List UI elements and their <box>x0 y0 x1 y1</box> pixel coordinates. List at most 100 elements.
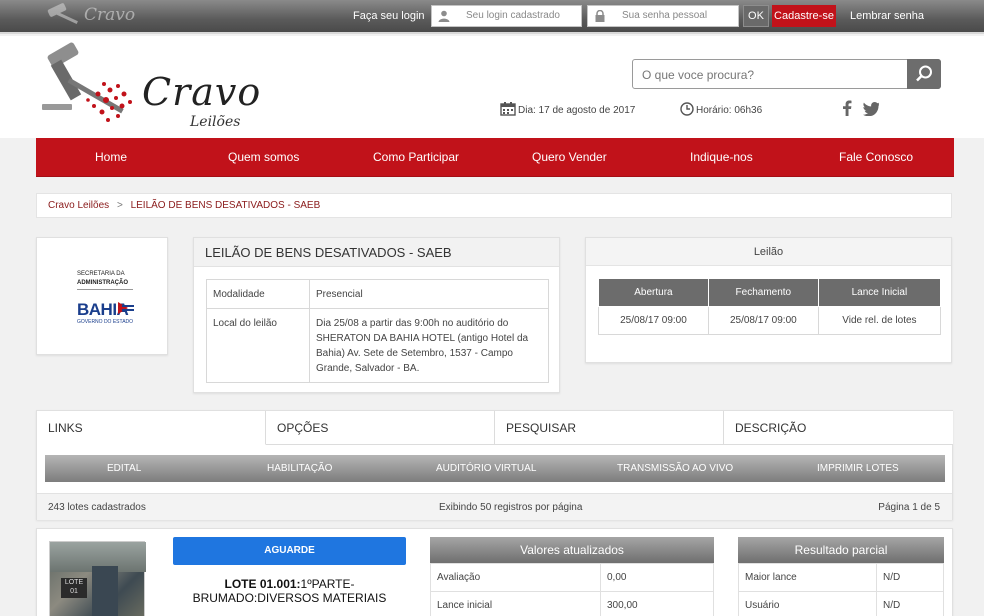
table-row: 25/08/17 09:00 25/08/17 09:00 Vide rel. … <box>598 306 942 335</box>
value-fechamento: 25/08/17 09:00 <box>707 306 819 335</box>
lot-title[interactable]: LOTE 01.001:1ºPARTE-BRUMADO:DIVERSOS MAT… <box>173 577 406 605</box>
lot-image-machine <box>92 566 118 616</box>
link-edital[interactable]: EDITAL <box>107 463 141 474</box>
result-key: Usuário <box>738 591 877 616</box>
header-abertura: Abertura <box>598 278 709 307</box>
gavel-logo-icon <box>42 42 132 122</box>
updated-values-box: Valores atualizados Avaliação 0,00 Lance… <box>430 537 714 616</box>
agency-line2: ADMINISTRAÇÃO <box>77 280 128 286</box>
site-logo[interactable]: Cravo Leilões <box>38 42 262 132</box>
lot-number: LOTE 01.001: <box>224 577 301 591</box>
tab-row: LINKS OPÇÕES PESQUISAR DESCRIÇÃO <box>37 411 953 445</box>
partial-result-header: Resultado parcial <box>738 537 944 563</box>
agency-sub: GOVERNO DO ESTADO <box>77 319 134 325</box>
main-nav: Home Quem somos Como Participar Quero Ve… <box>36 138 954 177</box>
table-row: Maior lance N/D <box>738 563 944 592</box>
date-text: Dia: 17 de agosto de 2017 <box>518 105 636 116</box>
table-header-row: Abertura Fechamento Lance Inicial <box>598 278 942 307</box>
user-icon <box>438 10 450 22</box>
facebook-icon[interactable] <box>842 100 852 119</box>
nav-como-participar[interactable]: Como Participar <box>373 150 459 164</box>
tab-pesquisar[interactable]: PESQUISAR <box>495 411 724 445</box>
updated-values-table: Avaliação 0,00 Lance inicial 300,00 <box>430 563 714 616</box>
aguarde-button[interactable]: AGUARDE <box>173 537 406 565</box>
agency-divider <box>77 289 133 290</box>
result-key: Maior lance <box>738 563 877 592</box>
tab-links[interactable]: LINKS <box>37 411 266 445</box>
calendar-icon <box>500 102 516 116</box>
agency-line1: SECRETARIA DA <box>77 271 125 277</box>
value-key: Avaliação <box>430 563 601 592</box>
header-lance-inicial: Lance Inicial <box>817 278 942 307</box>
breadcrumb-root[interactable]: Cravo Leilões <box>48 200 109 211</box>
header: Cravo Leilões O que voce procura? Dia: 1… <box>0 36 984 138</box>
login-label: Faça seu login <box>353 10 425 22</box>
login-input[interactable]: Seu login cadastrado <box>431 5 582 27</box>
nav-quem-somos[interactable]: Quem somos <box>228 150 299 164</box>
result-value: N/D <box>876 591 944 616</box>
search-box[interactable]: O que voce procura? <box>632 59 941 89</box>
links-bar: EDITAL HABILITAÇÃO AUDITÓRIO VIRTUAL TRA… <box>45 455 945 482</box>
value-amount: 300,00 <box>600 591 714 616</box>
nav-fale-conosco[interactable]: Fale Conosco <box>839 150 913 164</box>
lock-icon <box>595 10 605 22</box>
header-fechamento: Fechamento <box>707 278 819 307</box>
password-input[interactable]: Sua senha pessoal <box>587 5 739 27</box>
lot-image-tag: LOTE 01 <box>61 578 87 598</box>
top-logo[interactable]: Cravo <box>44 2 136 30</box>
lot-image[interactable]: LOTE 01 <box>49 541 146 616</box>
table-row: Modalidade Presencial <box>206 279 549 309</box>
link-habilitacao[interactable]: HABILITAÇÃO <box>267 463 332 474</box>
auction-info-title: LEILÃO DE BENS DESATIVADOS - SAEB <box>194 238 559 267</box>
login-ok-button[interactable]: OK <box>743 5 769 27</box>
info-value: Presencial <box>309 279 549 309</box>
nav-home[interactable]: Home <box>95 150 127 164</box>
auction-info-card: LEILÃO DE BENS DESATIVADOS - SAEB Modali… <box>193 237 560 393</box>
tabs-panel: LINKS OPÇÕES PESQUISAR DESCRIÇÃO EDITAL … <box>36 410 953 520</box>
agency-logo-card: SECRETARIA DA ADMINISTRAÇÃO BAHIA GOVERN… <box>36 237 168 355</box>
auction-info-table: Modalidade Presencial Local do leilão Di… <box>206 279 549 383</box>
search-placeholder: O que voce procura? <box>642 68 755 82</box>
password-placeholder: Sua senha pessoal <box>622 10 708 21</box>
search-button[interactable] <box>907 59 941 89</box>
logo-title: Cravo <box>142 70 262 114</box>
table-row: Avaliação 0,00 <box>430 563 714 592</box>
bahia-flag-icon <box>118 302 134 314</box>
twitter-icon[interactable] <box>863 102 881 119</box>
result-value: N/D <box>876 563 944 592</box>
link-imprimir-lotes[interactable]: IMPRIMIR LOTES <box>817 463 899 474</box>
info-key: Local do leilão <box>206 308 310 383</box>
link-auditorio-virtual[interactable]: AUDITÓRIO VIRTUAL <box>436 463 536 474</box>
tab-opcoes[interactable]: OPÇÕES <box>266 411 495 445</box>
login-placeholder: Seu login cadastrado <box>466 10 560 21</box>
top-logo-text: Cravo <box>84 5 136 25</box>
current-date: Dia: 17 de agosto de 2017 <box>500 102 635 116</box>
social-links <box>842 100 887 119</box>
nav-quero-vender[interactable]: Quero Vender <box>532 150 607 164</box>
value-amount: 0,00 <box>600 563 714 592</box>
auction-dates-card: Leilão Abertura Fechamento Lance Inicial… <box>585 237 952 363</box>
clock-icon <box>680 102 694 116</box>
link-transmissao-ao-vivo[interactable]: TRANSMISSÃO AO VIVO <box>617 463 733 474</box>
info-key: Modalidade <box>206 279 310 309</box>
table-row: Local do leilão Dia 25/08 a partir das 9… <box>206 308 549 383</box>
info-value: Dia 25/08 a partir das 9:00h no auditóri… <box>309 308 549 383</box>
updated-values-header: Valores atualizados <box>430 537 714 563</box>
tab-descricao[interactable]: DESCRIÇÃO <box>724 411 953 445</box>
records-per-page: Exibindo 50 registros por página <box>439 502 583 513</box>
nav-indique-nos[interactable]: Indique-nos <box>690 150 753 164</box>
register-button[interactable]: Cadastre-se <box>772 5 836 27</box>
table-row: Usuário N/D <box>738 591 944 616</box>
logo-subtitle: Leilões <box>190 114 241 130</box>
search-icon <box>916 65 932 82</box>
value-abertura: 25/08/17 09:00 <box>598 306 709 335</box>
listing-info-bar: 243 lotes cadastrados Exibindo 50 regist… <box>37 493 952 520</box>
remember-password-link[interactable]: Lembrar senha <box>850 10 924 22</box>
table-row: Lance inicial 300,00 <box>430 591 714 616</box>
current-time: Horário: 06h36 <box>680 102 762 116</box>
lot-card: LOTE 01 AGUARDE LOTE 01.001:1ºPARTE-BRUM… <box>36 528 953 616</box>
partial-result-table: Maior lance N/D Usuário N/D <box>738 563 944 616</box>
time-text: Horário: 06h36 <box>696 105 763 116</box>
breadcrumb-current: LEILÃO DE BENS DESATIVADOS - SAEB <box>130 200 321 211</box>
auction-dates-title: Leilão <box>586 238 951 266</box>
